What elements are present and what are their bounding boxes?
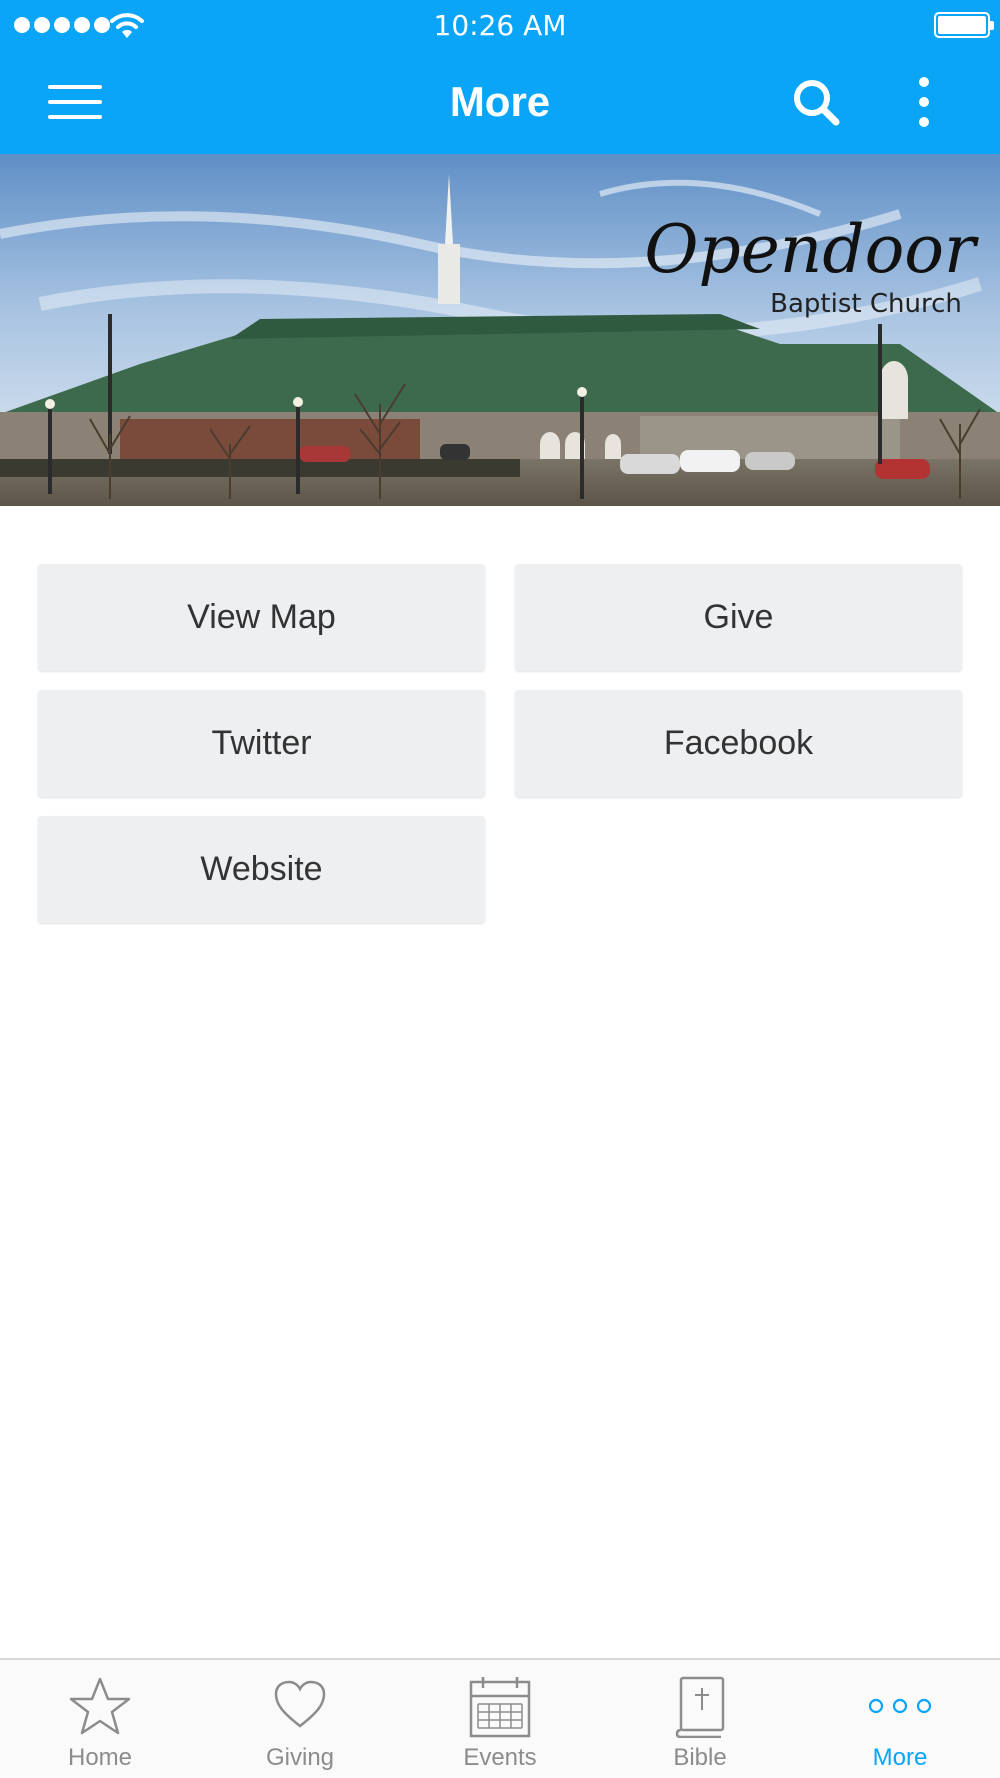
status-time: 10:26 AM: [433, 9, 567, 42]
battery-icon: [934, 12, 994, 38]
give-button[interactable]: Give: [515, 564, 962, 671]
tab-label: More: [872, 1744, 928, 1771]
top-app-bar: More: [0, 50, 1000, 154]
tab-label: Bible: [673, 1744, 727, 1771]
twitter-button[interactable]: Twitter: [38, 690, 485, 797]
tab-label: Events: [463, 1744, 537, 1771]
more-dots-icon: [868, 1698, 932, 1714]
status-bar: 10:26 AM: [0, 0, 1000, 50]
tab-bible[interactable]: Bible: [600, 1660, 800, 1778]
overflow-menu-icon[interactable]: [908, 74, 940, 130]
tab-home[interactable]: Home: [0, 1660, 200, 1778]
tab-label: Giving: [265, 1744, 335, 1771]
tab-giving[interactable]: Giving: [200, 1660, 400, 1778]
star-icon: [69, 1677, 131, 1735]
page-title: More: [449, 78, 551, 125]
heart-icon: [274, 1680, 326, 1728]
church-logo-script: Opendoor: [644, 211, 979, 288]
search-icon[interactable]: [790, 76, 844, 130]
bottom-tab-bar: Home Giving Events Bible More: [0, 1658, 1000, 1778]
facebook-button[interactable]: Facebook: [515, 690, 962, 797]
calendar-icon: [469, 1677, 531, 1738]
tab-label: Home: [67, 1744, 133, 1771]
tab-more[interactable]: More: [800, 1660, 1000, 1778]
tab-events[interactable]: Events: [400, 1660, 600, 1778]
church-banner-image: Opendoor Baptist Church: [0, 154, 1000, 506]
church-logo-subtitle: Baptist Church: [770, 289, 962, 319]
view-map-button[interactable]: View Map: [38, 564, 485, 671]
website-button[interactable]: Website: [38, 816, 485, 923]
bible-icon: [675, 1676, 725, 1738]
